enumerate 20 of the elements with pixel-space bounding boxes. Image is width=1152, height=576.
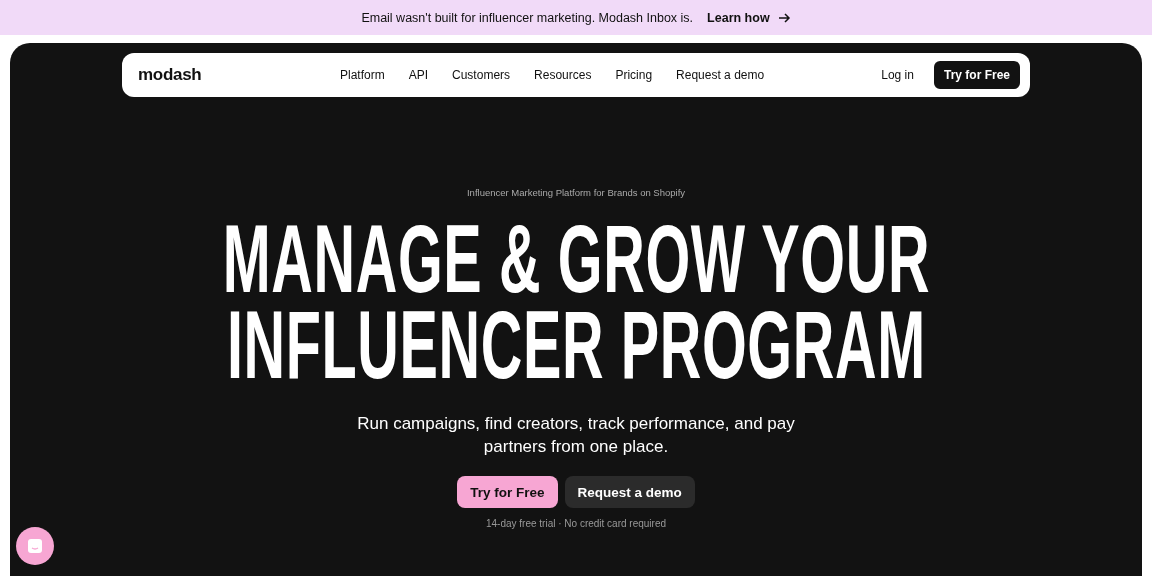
nav-link[interactable]: Pricing	[603, 64, 665, 86]
try-free-button[interactable]: Try for Free	[933, 61, 1020, 89]
subtitle: Run campaigns, find creators, track performance, and pay partners from one place.	[356, 413, 796, 458]
headline: INFLUENCER PROGRAM	[226, 302, 926, 388]
arrow-right-icon	[777, 12, 791, 23]
trial-note: 14-day free trial · No credit card required	[485, 518, 667, 529]
nav-link[interactable]: Resources	[522, 64, 604, 86]
try-free-button[interactable]: Try for Free	[457, 476, 558, 508]
nav-link[interactable]: Customers	[440, 64, 523, 86]
nav-link[interactable]: Request a demo	[664, 64, 777, 86]
logo[interactable]: modash	[138, 65, 328, 85]
eyebrow-text: Influencer Marketing Platform for Brands on Shopify	[466, 187, 686, 198]
chat-icon	[26, 537, 44, 555]
nav-link[interactable]: API	[396, 64, 441, 86]
headline: MANAGE & GROW YOUR	[222, 216, 930, 302]
nav-link[interactable]: Platform	[328, 64, 397, 86]
request-demo-button[interactable]: Request a demo	[564, 476, 695, 508]
learn-how-link[interactable]: Learn how	[707, 10, 791, 25]
login-link[interactable]: Log in	[869, 64, 926, 86]
banner-text: Email wasn't built for influencer marketing. Modash Inbox is.	[361, 10, 694, 25]
